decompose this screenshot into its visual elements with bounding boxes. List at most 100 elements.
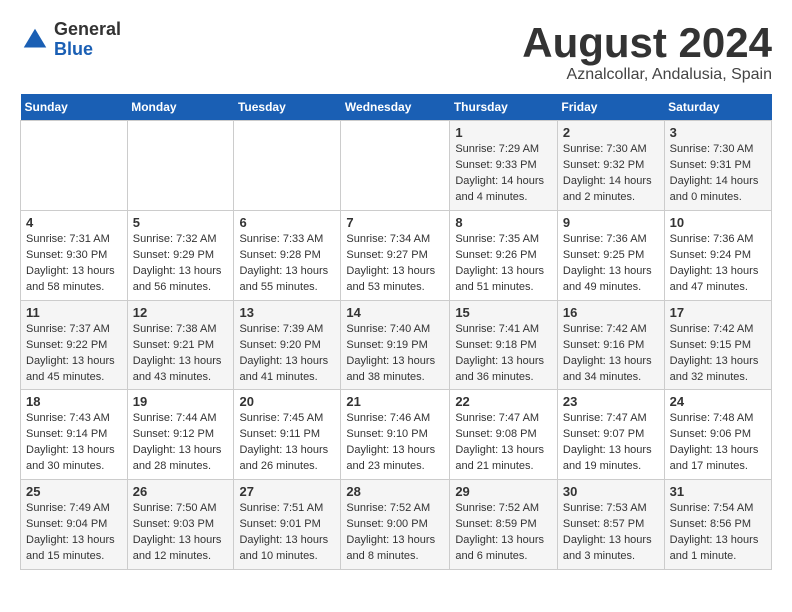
calendar-day-cell: 12 Sunrise: 7:38 AM Sunset: 9:21 PM Dayli… [127, 300, 234, 390]
weekday-row: SundayMondayTuesdayWednesdayThursdayFrid… [21, 94, 772, 121]
day-number: 9 [563, 215, 659, 230]
day-detail: Sunrise: 7:36 AM Sunset: 9:24 PM Dayligh… [670, 232, 766, 296]
calendar-day-cell: 7 Sunrise: 7:34 AM Sunset: 9:27 PM Daylig… [341, 210, 450, 300]
calendar-day-cell: 21 Sunrise: 7:46 AM Sunset: 9:10 PM Dayli… [341, 390, 450, 480]
calendar-day-cell: 31 Sunrise: 7:54 AM Sunset: 8:56 PM Dayli… [664, 480, 771, 570]
calendar-day-cell: 25 Sunrise: 7:49 AM Sunset: 9:04 PM Dayli… [21, 480, 128, 570]
day-number: 5 [133, 215, 229, 230]
day-detail: Sunrise: 7:42 AM Sunset: 9:16 PM Dayligh… [563, 322, 659, 386]
day-number: 19 [133, 394, 229, 409]
day-number: 29 [455, 484, 552, 499]
weekday-header: Sunday [21, 94, 128, 121]
weekday-header: Thursday [450, 94, 558, 121]
weekday-header: Saturday [664, 94, 771, 121]
day-detail: Sunrise: 7:33 AM Sunset: 9:28 PM Dayligh… [239, 232, 335, 296]
day-number: 14 [346, 305, 444, 320]
day-number: 7 [346, 215, 444, 230]
weekday-header: Tuesday [234, 94, 341, 121]
day-detail: Sunrise: 7:32 AM Sunset: 9:29 PM Dayligh… [133, 232, 229, 296]
main-title: August 2024 [522, 20, 772, 66]
day-detail: Sunrise: 7:52 AM Sunset: 9:00 PM Dayligh… [346, 501, 444, 565]
calendar-day-cell: 4Sunrise: 7:31 AM Sunset: 9:30 PM Daylig… [21, 210, 128, 300]
calendar-day-cell: 17 Sunrise: 7:42 AM Sunset: 9:15 PM Dayli… [664, 300, 771, 390]
day-number: 11 [26, 305, 122, 320]
day-detail: Sunrise: 7:35 AM Sunset: 9:26 PM Dayligh… [455, 232, 552, 296]
day-detail: Sunrise: 7:42 AM Sunset: 9:15 PM Dayligh… [670, 322, 766, 386]
day-number: 18 [26, 394, 122, 409]
page-header: General Blue August 2024 Aznalcollar, An… [20, 20, 772, 84]
day-number: 15 [455, 305, 552, 320]
day-number: 31 [670, 484, 766, 499]
day-detail: Sunrise: 7:43 AM Sunset: 9:14 PM Dayligh… [26, 411, 122, 475]
day-detail: Sunrise: 7:49 AM Sunset: 9:04 PM Dayligh… [26, 501, 122, 565]
logo-icon [20, 25, 50, 55]
logo-blue: Blue [54, 40, 121, 60]
day-detail: Sunrise: 7:45 AM Sunset: 9:11 PM Dayligh… [239, 411, 335, 475]
calendar-week-row: 18 Sunrise: 7:43 AM Sunset: 9:14 PM Dayli… [21, 390, 772, 480]
day-number: 4 [26, 215, 122, 230]
day-detail: Sunrise: 7:51 AM Sunset: 9:01 PM Dayligh… [239, 501, 335, 565]
day-number: 21 [346, 394, 444, 409]
day-detail: Sunrise: 7:30 AM Sunset: 9:32 PM Dayligh… [563, 142, 659, 206]
day-number: 6 [239, 215, 335, 230]
calendar-week-row: 25 Sunrise: 7:49 AM Sunset: 9:04 PM Dayli… [21, 480, 772, 570]
calendar-week-row: 4Sunrise: 7:31 AM Sunset: 9:30 PM Daylig… [21, 210, 772, 300]
day-detail: Sunrise: 7:48 AM Sunset: 9:06 PM Dayligh… [670, 411, 766, 475]
day-detail: Sunrise: 7:40 AM Sunset: 9:19 PM Dayligh… [346, 322, 444, 386]
calendar-day-cell: 11 Sunrise: 7:37 AM Sunset: 9:22 PM Dayli… [21, 300, 128, 390]
title-block: August 2024 Aznalcollar, Andalusia, Spai… [522, 20, 772, 84]
day-detail: Sunrise: 7:34 AM Sunset: 9:27 PM Dayligh… [346, 232, 444, 296]
logo-general: General [54, 20, 121, 40]
calendar-table: SundayMondayTuesdayWednesdayThursdayFrid… [20, 94, 772, 570]
calendar-body: 1Sunrise: 7:29 AM Sunset: 9:33 PM Daylig… [21, 121, 772, 570]
logo: General Blue [20, 20, 121, 60]
calendar-day-cell: 18 Sunrise: 7:43 AM Sunset: 9:14 PM Dayli… [21, 390, 128, 480]
calendar-day-cell: 23 Sunrise: 7:47 AM Sunset: 9:07 PM Dayli… [557, 390, 664, 480]
weekday-header: Monday [127, 94, 234, 121]
day-detail: Sunrise: 7:47 AM Sunset: 9:08 PM Dayligh… [455, 411, 552, 475]
day-detail: Sunrise: 7:39 AM Sunset: 9:20 PM Dayligh… [239, 322, 335, 386]
calendar-day-cell [341, 121, 450, 211]
day-detail: Sunrise: 7:38 AM Sunset: 9:21 PM Dayligh… [133, 322, 229, 386]
day-detail: Sunrise: 7:36 AM Sunset: 9:25 PM Dayligh… [563, 232, 659, 296]
calendar-day-cell [21, 121, 128, 211]
calendar-day-cell: 3Sunrise: 7:30 AM Sunset: 9:31 PM Daylig… [664, 121, 771, 211]
day-detail: Sunrise: 7:54 AM Sunset: 8:56 PM Dayligh… [670, 501, 766, 565]
day-number: 24 [670, 394, 766, 409]
day-number: 23 [563, 394, 659, 409]
calendar-day-cell: 20Sunrise: 7:45 AM Sunset: 9:11 PM Dayli… [234, 390, 341, 480]
day-number: 17 [670, 305, 766, 320]
day-detail: Sunrise: 7:44 AM Sunset: 9:12 PM Dayligh… [133, 411, 229, 475]
day-number: 12 [133, 305, 229, 320]
calendar-day-cell: 15 Sunrise: 7:41 AM Sunset: 9:18 PM Dayli… [450, 300, 558, 390]
calendar-day-cell: 5 Sunrise: 7:32 AM Sunset: 9:29 PM Daylig… [127, 210, 234, 300]
day-number: 25 [26, 484, 122, 499]
day-detail: Sunrise: 7:52 AM Sunset: 8:59 PM Dayligh… [455, 501, 552, 565]
day-detail: Sunrise: 7:46 AM Sunset: 9:10 PM Dayligh… [346, 411, 444, 475]
day-number: 3 [670, 125, 766, 140]
day-number: 2 [563, 125, 659, 140]
day-number: 1 [455, 125, 552, 140]
calendar-day-cell: 29 Sunrise: 7:52 AM Sunset: 8:59 PM Dayli… [450, 480, 558, 570]
day-detail: Sunrise: 7:47 AM Sunset: 9:07 PM Dayligh… [563, 411, 659, 475]
calendar-day-cell: 8 Sunrise: 7:35 AM Sunset: 9:26 PM Daylig… [450, 210, 558, 300]
day-number: 16 [563, 305, 659, 320]
day-number: 27 [239, 484, 335, 499]
weekday-header: Wednesday [341, 94, 450, 121]
day-number: 30 [563, 484, 659, 499]
day-number: 28 [346, 484, 444, 499]
day-detail: Sunrise: 7:37 AM Sunset: 9:22 PM Dayligh… [26, 322, 122, 386]
calendar-day-cell: 28 Sunrise: 7:52 AM Sunset: 9:00 PM Dayli… [341, 480, 450, 570]
calendar-day-cell [127, 121, 234, 211]
calendar-day-cell: 13 Sunrise: 7:39 AM Sunset: 9:20 PM Dayli… [234, 300, 341, 390]
day-detail: Sunrise: 7:53 AM Sunset: 8:57 PM Dayligh… [563, 501, 659, 565]
calendar-day-cell: 6 Sunrise: 7:33 AM Sunset: 9:28 PM Daylig… [234, 210, 341, 300]
calendar-day-cell: 27 Sunrise: 7:51 AM Sunset: 9:01 PM Dayli… [234, 480, 341, 570]
calendar-header: SundayMondayTuesdayWednesdayThursdayFrid… [21, 94, 772, 121]
calendar-day-cell: 26Sunrise: 7:50 AM Sunset: 9:03 PM Dayli… [127, 480, 234, 570]
day-detail: Sunrise: 7:41 AM Sunset: 9:18 PM Dayligh… [455, 322, 552, 386]
day-number: 13 [239, 305, 335, 320]
logo-text: General Blue [54, 20, 121, 60]
day-number: 8 [455, 215, 552, 230]
calendar-week-row: 1Sunrise: 7:29 AM Sunset: 9:33 PM Daylig… [21, 121, 772, 211]
